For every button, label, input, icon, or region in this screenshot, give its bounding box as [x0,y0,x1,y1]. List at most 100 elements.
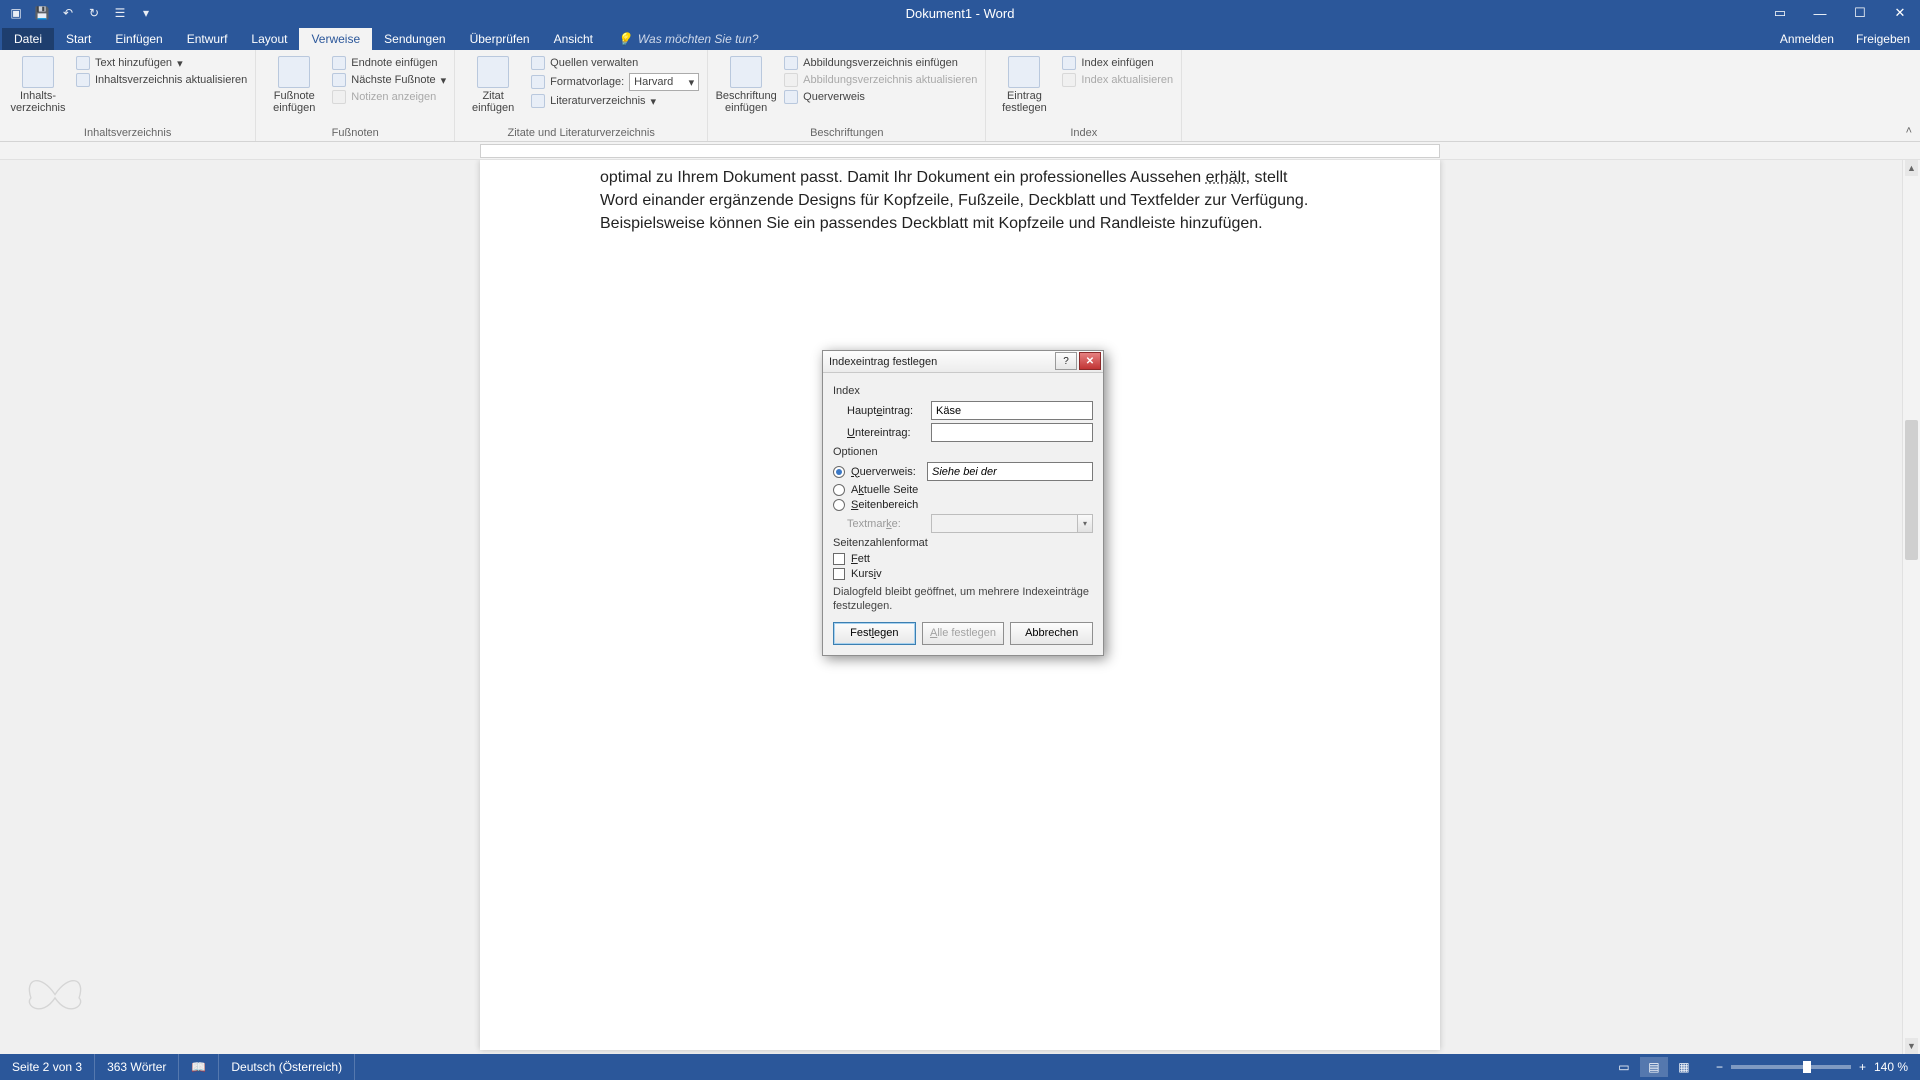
dialog-title: Indexeintrag festlegen [829,356,937,368]
minimize-button[interactable]: — [1800,0,1840,26]
collapse-ribbon-button[interactable]: ˄ [1906,125,1912,137]
qat-customize-button[interactable]: ▾ [136,3,156,23]
insert-endnote-button[interactable]: Endnote einfügen [332,56,446,70]
scroll-thumb[interactable] [1905,420,1918,560]
manage-sources-button[interactable]: Quellen verwalten [531,56,699,70]
manage-sources-icon [531,56,545,70]
word-icon: ▣ [6,3,26,23]
insert-caption-button[interactable]: Beschriftung einfügen [716,54,776,114]
next-footnote-button[interactable]: Nächste Fußnote ▾ [332,73,446,87]
cross-reference-radio[interactable] [833,466,845,478]
text-line-1a: optimal zu Ihrem Dokument passt. Damit I… [600,169,1206,186]
page-range-radio[interactable] [833,499,845,511]
maximize-button[interactable]: ☐ [1840,0,1880,26]
window-title: Dokument1 - Word [906,6,1015,21]
group-label-index: Index [994,125,1173,139]
language-indicator[interactable]: Deutsch (Österreich) [219,1054,355,1080]
redo-button[interactable]: ↻ [84,3,104,23]
section-index: Index [833,385,1093,397]
undo-button[interactable]: ↶ [58,3,78,23]
toc-label: Inhalts- verzeichnis [10,90,65,114]
bibliography-button[interactable]: Literaturverzeichnis ▾ [531,94,699,108]
caption-icon [730,56,762,88]
update-tof-icon [784,73,798,87]
zoom-level[interactable]: 140 % [1874,1060,1908,1074]
zoom-out-button[interactable]: − [1716,1060,1723,1074]
status-bar: Seite 2 von 3 363 Wörter 📖 Deutsch (Öste… [0,1054,1920,1080]
dialog-close-button[interactable]: ✕ [1079,352,1101,370]
tab-review[interactable]: Überprüfen [458,28,542,50]
crossref-label: Querverweis [803,91,865,103]
toc-button[interactable]: Inhalts- verzeichnis [8,54,68,114]
update-toc-button[interactable]: Inhaltsverzeichnis aktualisieren [76,73,247,87]
page-indicator[interactable]: Seite 2 von 3 [0,1054,95,1080]
caption-label: Beschriftung einfügen [716,90,777,114]
insert-footnote-button[interactable]: Fußnote einfügen [264,54,324,114]
section-options: Optionen [833,446,1093,458]
main-entry-label: Haupteintrag: [847,405,925,417]
citation-style-combo[interactable]: Harvard▾ [629,73,699,91]
share-button[interactable]: Freigeben [1846,28,1920,50]
web-layout-button[interactable]: ▦ [1670,1057,1698,1077]
toc-icon [22,56,54,88]
zoom-slider[interactable] [1731,1065,1851,1069]
italic-checkbox[interactable] [833,568,845,580]
bold-checkbox[interactable] [833,553,845,565]
zoom-slider-knob[interactable] [1803,1061,1811,1073]
horizontal-ruler[interactable] [0,142,1920,160]
ribbon-display-button[interactable]: ▭ [1760,0,1800,26]
tab-design[interactable]: Entwurf [175,28,240,50]
print-layout-button[interactable]: ▤ [1640,1057,1668,1077]
group-index: Eintrag festlegen Index einfügen Index a… [986,50,1182,141]
tab-view[interactable]: Ansicht [542,28,605,50]
add-text-icon [76,56,90,70]
spell-check-icon[interactable]: 📖 [179,1054,219,1080]
group-label-citations: Zitate und Literaturverzeichnis [463,125,699,139]
word-count[interactable]: 363 Wörter [95,1054,179,1080]
update-tof-button: Abbildungsverzeichnis aktualisieren [784,73,977,87]
style-row: Formatvorlage: Harvard▾ [531,73,699,91]
update-tof-label: Abbildungsverzeichnis aktualisieren [803,74,977,86]
style-value: Harvard [634,76,673,88]
insert-index-button[interactable]: Index einfügen [1062,56,1173,70]
ribbon: Inhalts- verzeichnis Text hinzufügen ▾ I… [0,50,1920,142]
touch-mode-button[interactable]: ☰ [110,3,130,23]
tab-layout[interactable]: Layout [239,28,299,50]
insert-citation-button[interactable]: Zitat einfügen [463,54,523,114]
dialog-titlebar[interactable]: Indexeintrag festlegen ? ✕ [823,351,1103,373]
tab-insert[interactable]: Einfügen [103,28,174,50]
window-controls: ▭ — ☐ ✕ [1760,0,1920,26]
scroll-down-button[interactable]: ▼ [1905,1038,1918,1054]
read-mode-button[interactable]: ▭ [1610,1057,1638,1077]
scroll-up-button[interactable]: ▲ [1905,160,1918,176]
cross-reference-button[interactable]: Querverweis [784,90,977,104]
subentry-input[interactable] [931,423,1093,442]
lightbulb-icon: 💡 [617,32,632,46]
tab-references[interactable]: Verweise [299,28,372,50]
cross-reference-input[interactable] [927,462,1093,481]
zoom-in-button[interactable]: + [1859,1060,1866,1074]
group-footnotes: Fußnote einfügen Endnote einfügen Nächst… [256,50,455,141]
document-text[interactable]: optimal zu Ihrem Dokument passt. Damit I… [600,166,1320,236]
insert-tof-button[interactable]: Abbildungsverzeichnis einfügen [784,56,977,70]
tab-mailings[interactable]: Sendungen [372,28,457,50]
text-line-1c: , stellt [1246,169,1288,186]
add-text-button[interactable]: Text hinzufügen ▾ [76,56,247,70]
current-page-label: Aktuelle Seite [851,484,929,496]
current-page-radio[interactable] [833,484,845,496]
view-buttons: ▭ ▤ ▦ [1610,1057,1704,1077]
close-button[interactable]: ✕ [1880,0,1920,26]
tell-me-search[interactable]: 💡 Was möchten Sie tun? [605,28,770,50]
cancel-button[interactable]: Abbrechen [1010,622,1093,645]
save-button[interactable]: 💾 [32,3,52,23]
main-entry-input[interactable] [931,401,1093,420]
tab-file[interactable]: Datei [2,28,54,50]
vertical-scrollbar[interactable]: ▲ ▼ [1902,160,1920,1054]
mark-entry-button[interactable]: Eintrag festlegen [994,54,1054,114]
mark-button[interactable]: Festlegen [833,622,916,645]
sign-in-link[interactable]: Anmelden [1770,28,1844,50]
group-toc: Inhalts- verzeichnis Text hinzufügen ▾ I… [0,50,256,141]
endnote-icon [332,56,346,70]
tab-start[interactable]: Start [54,28,103,50]
dialog-help-button[interactable]: ? [1055,352,1077,370]
